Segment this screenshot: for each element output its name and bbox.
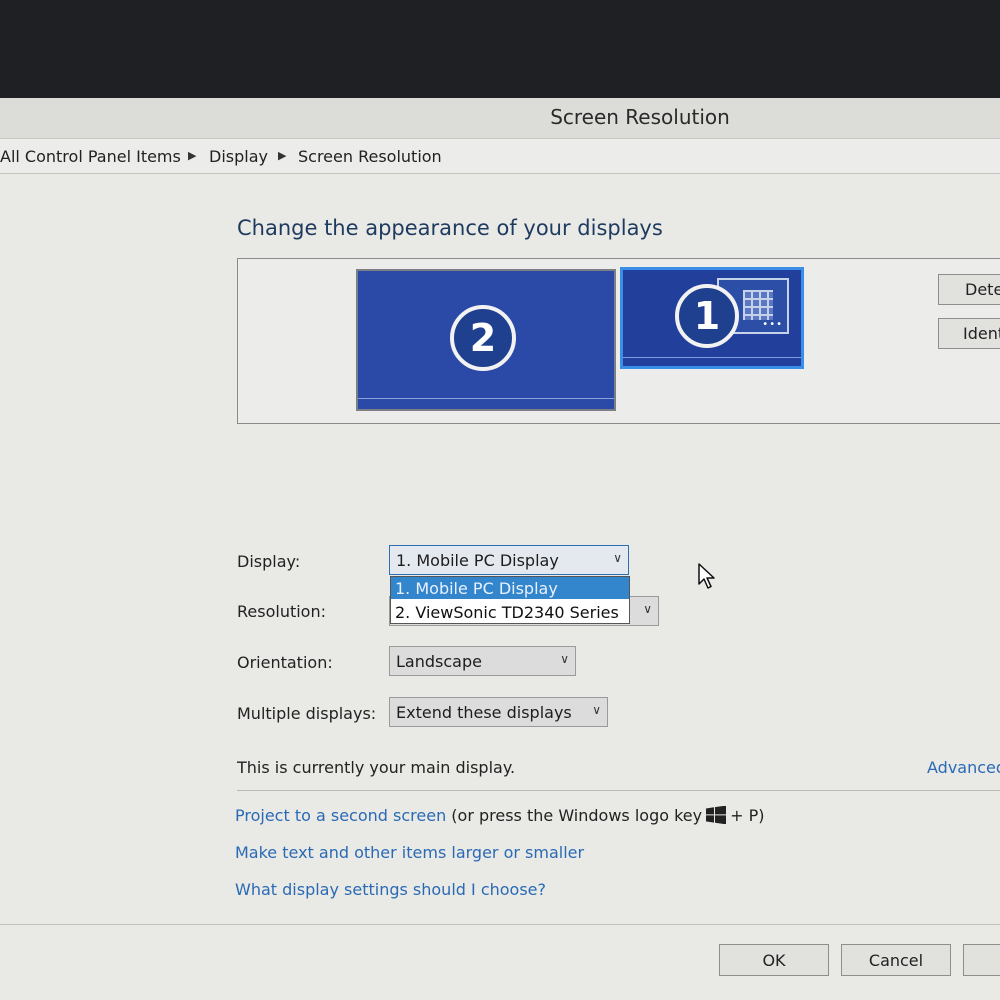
footer-divider bbox=[0, 924, 1000, 925]
dropdown-option[interactable]: 2. ViewSonic TD2340 Series bbox=[391, 601, 629, 623]
windows-logo-icon bbox=[706, 806, 727, 824]
dropdown-option[interactable]: 1. Mobile PC Display bbox=[391, 577, 629, 599]
mouse-cursor-icon bbox=[698, 563, 715, 589]
text-size-link[interactable]: Make text and other items larger or smal… bbox=[235, 843, 584, 862]
monitor-1[interactable]: ••• 1 bbox=[620, 267, 804, 369]
chevron-down-icon: ∨ bbox=[643, 602, 652, 616]
project-second-screen-link[interactable]: Project to a second screen bbox=[235, 806, 446, 825]
cancel-button[interactable]: Cancel bbox=[841, 944, 951, 976]
main-content: Change the appearance of your displays 2… bbox=[0, 174, 1000, 1000]
chevron-down-icon: ∨ bbox=[613, 551, 622, 565]
divider bbox=[237, 790, 1000, 791]
orientation-label: Orientation: bbox=[237, 653, 333, 672]
display-select[interactable]: 1. Mobile PC Display ∨ bbox=[389, 545, 629, 575]
monitor-number-badge: 1 bbox=[675, 284, 739, 348]
monitor-taskbar bbox=[358, 398, 614, 409]
ok-button[interactable]: OK bbox=[719, 944, 829, 976]
project-line: Project to a second screen (or press the… bbox=[235, 806, 765, 825]
breadcrumb-item-screen-resolution[interactable]: Screen Resolution bbox=[298, 147, 442, 166]
chevron-right-icon[interactable]: ▶ bbox=[188, 149, 196, 162]
multiple-displays-select-value: Extend these displays bbox=[396, 703, 572, 722]
detect-button[interactable]: Dete bbox=[938, 274, 1000, 305]
display-settings-help-link[interactable]: What display settings should I choose? bbox=[235, 880, 546, 899]
multiple-displays-select[interactable]: Extend these displays ∨ bbox=[389, 697, 608, 727]
display-dropdown-list: 1. Mobile PC Display 2. ViewSonic TD2340… bbox=[390, 576, 630, 624]
orientation-select-value: Landscape bbox=[396, 652, 482, 671]
chevron-down-icon: ∨ bbox=[560, 652, 569, 666]
breadcrumb-item-display[interactable]: Display bbox=[209, 147, 268, 166]
project-hint-shortcut: + P) bbox=[730, 806, 765, 825]
page-title: Change the appearance of your displays bbox=[237, 216, 663, 240]
monitor-taskbar bbox=[623, 357, 801, 366]
breadcrumb: All Control Panel Items ▶ Display ▶ Scre… bbox=[0, 139, 1000, 174]
advanced-settings-link[interactable]: Advanced bbox=[927, 758, 1000, 777]
orientation-select[interactable]: Landscape ∨ bbox=[389, 646, 576, 676]
breadcrumb-item-control-panel[interactable]: All Control Panel Items bbox=[0, 147, 181, 166]
window-title: Screen Resolution bbox=[550, 105, 730, 129]
display-select-value: 1. Mobile PC Display bbox=[396, 551, 559, 570]
apply-button[interactable] bbox=[963, 944, 1000, 976]
multiple-displays-label: Multiple displays: bbox=[237, 704, 377, 723]
identify-button[interactable]: Ident bbox=[938, 318, 1000, 349]
main-display-status: This is currently your main display. bbox=[237, 758, 516, 777]
screen-bezel bbox=[0, 0, 1000, 100]
monitor-2[interactable]: 2 bbox=[356, 269, 616, 411]
chevron-right-icon[interactable]: ▶ bbox=[278, 149, 286, 162]
screen-resolution-window: Screen Resolution All Control Panel Item… bbox=[0, 98, 1000, 1000]
chevron-down-icon: ∨ bbox=[592, 703, 601, 717]
display-preview: 2 ••• 1 Dete Ident bbox=[237, 258, 1000, 424]
display-label: Display: bbox=[237, 552, 301, 571]
resolution-label: Resolution: bbox=[237, 602, 326, 621]
project-hint-text: (or press the Windows logo key bbox=[451, 806, 703, 825]
title-bar: Screen Resolution bbox=[0, 98, 1000, 139]
monitor-number-badge: 2 bbox=[450, 305, 516, 371]
